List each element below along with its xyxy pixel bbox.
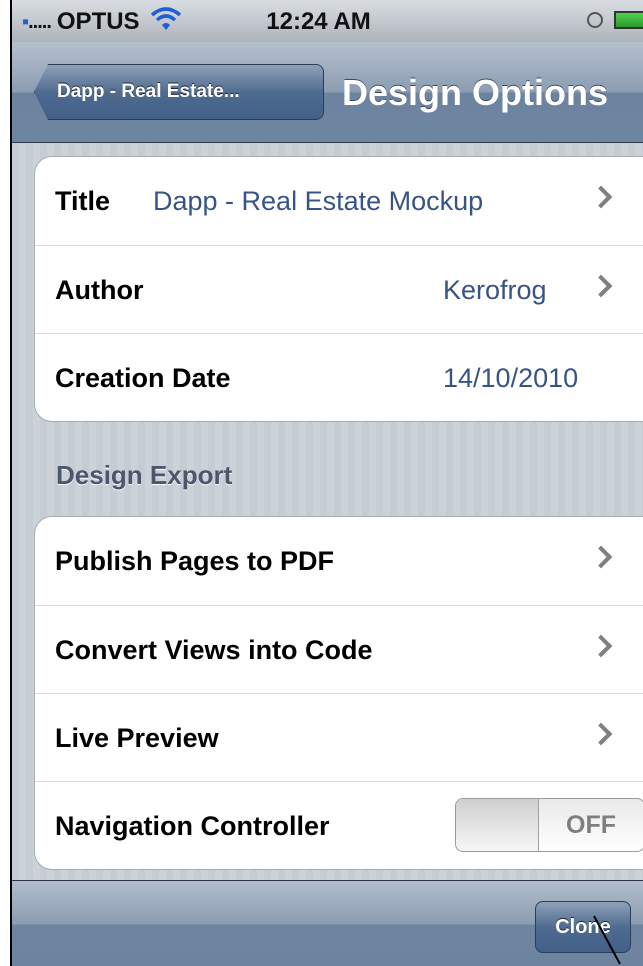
mouse-cursor-icon <box>593 915 621 965</box>
author-label: Author <box>55 275 144 305</box>
navigation-controller-toggle[interactable]: OFF <box>455 798 643 852</box>
back-button[interactable]: Dapp - Real Estate... <box>34 64 324 120</box>
section-header-design-export: Design Export <box>56 460 233 490</box>
convert-views-label: Convert Views into Code <box>55 635 373 665</box>
author-value: Kerofrog <box>443 275 547 305</box>
nav-title: Design Options <box>342 72 609 113</box>
author-row[interactable]: Author Kerofrog <box>35 245 643 333</box>
live-preview-row[interactable]: Live Preview <box>35 693 643 781</box>
toggle-knob[interactable] <box>456 799 539 851</box>
navigation-bar: Dapp - Real Estate... Design Options <box>12 42 643 143</box>
info-group: Title Dapp - Real Estate Mockup Author K… <box>34 156 643 422</box>
status-bar: ▪..... OPTUS 12:24 AM <box>12 0 643 42</box>
publish-pdf-row[interactable]: Publish Pages to PDF <box>35 517 643 605</box>
export-group: Publish Pages to PDF Convert Views into … <box>34 516 643 870</box>
title-row[interactable]: Title Dapp - Real Estate Mockup <box>35 157 643 245</box>
live-preview-label: Live Preview <box>55 723 219 753</box>
navigation-controller-row: Navigation Controller OFF <box>35 781 643 869</box>
creation-date-label: Creation Date <box>55 363 231 393</box>
convert-views-row[interactable]: Convert Views into Code <box>35 605 643 693</box>
navigation-controller-label: Navigation Controller <box>55 811 330 841</box>
creation-date-row: Creation Date 14/10/2010 <box>35 333 643 421</box>
chevron-right-icon <box>589 545 613 569</box>
bottom-toolbar: Clone <box>12 880 643 966</box>
chevron-right-icon <box>589 274 613 298</box>
iphone-screen: ▪..... OPTUS 12:24 AM Dapp - Real Estate… <box>10 0 643 966</box>
publish-pdf-label: Publish Pages to PDF <box>55 546 335 576</box>
chevron-right-icon <box>589 634 613 658</box>
creation-date-value: 14/10/2010 <box>443 363 579 393</box>
toggle-state-text: OFF <box>566 811 616 839</box>
title-label: Title <box>55 186 111 216</box>
clock-icon <box>587 12 603 28</box>
battery-icon <box>614 11 643 29</box>
status-time: 12:24 AM <box>266 8 371 35</box>
title-value: Dapp - Real Estate Mockup <box>153 186 484 216</box>
chevron-right-icon <box>589 722 613 746</box>
chevron-right-icon <box>589 185 613 209</box>
